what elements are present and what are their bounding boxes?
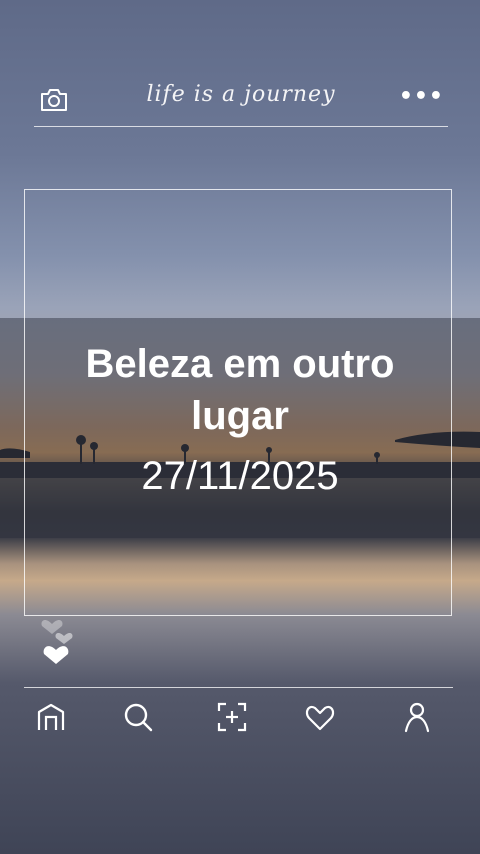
bottom-nav-divider (24, 687, 453, 688)
search-icon[interactable] (121, 700, 155, 734)
heart-icon (55, 632, 73, 644)
profile-icon[interactable] (400, 700, 434, 734)
top-header: life is a journey ••• (34, 78, 448, 127)
floating-hearts (41, 620, 73, 664)
bottom-nav (0, 700, 480, 734)
heart-icon (43, 646, 69, 664)
heart-icon (41, 620, 63, 634)
add-post-icon[interactable] (215, 700, 249, 734)
caption-date: 27/11/2025 (141, 454, 339, 498)
heart-outline-icon[interactable] (303, 700, 337, 734)
caption-title: Beleza em outro lugar (0, 338, 480, 442)
app-title: life is a journey (146, 82, 336, 107)
caption-line-1: Beleza em outro (85, 342, 395, 386)
home-icon[interactable] (34, 700, 68, 734)
more-dots-icon[interactable]: ••• (399, 84, 444, 109)
caption-line-2: lugar (191, 394, 289, 438)
